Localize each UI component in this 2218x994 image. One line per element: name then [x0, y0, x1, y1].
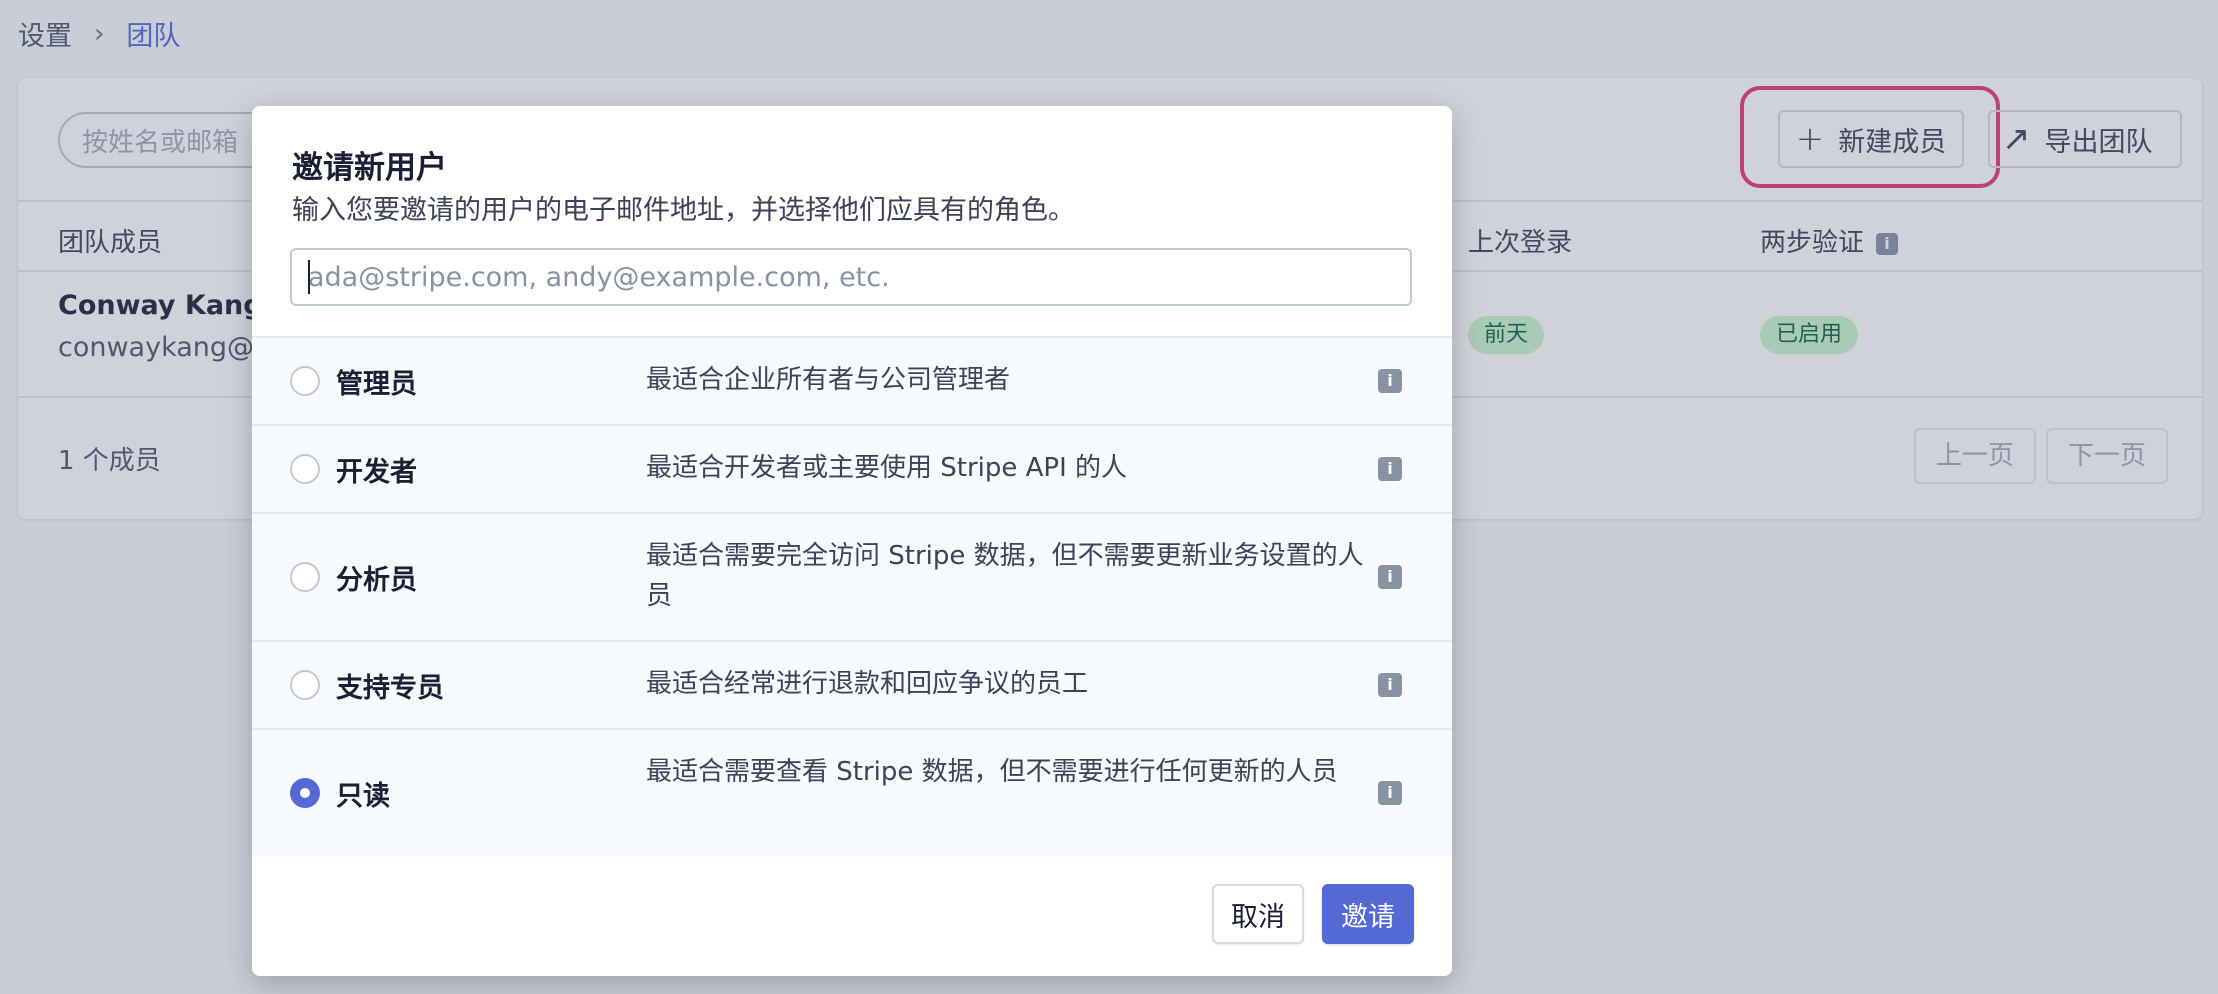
role-description: 最适合需要查看 Stripe 数据，但不需要进行任何更新的人员	[646, 757, 1338, 787]
role-radio-support[interactable]	[290, 670, 320, 700]
info-icon[interactable]: i	[1378, 781, 1402, 805]
role-list: 管理员 最适合企业所有者与公司管理者 i 开发者 最适合开发者或主要使用 Str…	[252, 336, 1452, 858]
cancel-button[interactable]: 取消	[1212, 884, 1304, 944]
role-name: 分析员	[336, 565, 417, 596]
role-option-read-only[interactable]: 只读 最适合需要查看 Stripe 数据，但不需要进行任何更新的人员 i	[252, 730, 1452, 858]
role-radio-developer[interactable]	[290, 454, 320, 484]
modal-description: 输入您要邀请的用户的电子邮件地址，并选择他们应具有的角色。	[292, 195, 1075, 226]
info-icon[interactable]: i	[1378, 457, 1402, 481]
role-option-developer[interactable]: 开发者 最适合开发者或主要使用 Stripe API 的人 i	[252, 426, 1452, 514]
modal-footer: 取消 邀请	[252, 856, 1452, 976]
role-radio-admin[interactable]	[290, 366, 320, 396]
info-icon[interactable]: i	[1378, 565, 1402, 589]
info-icon[interactable]: i	[1378, 673, 1402, 697]
text-caret	[308, 260, 310, 294]
modal-title: 邀请新用户	[292, 150, 447, 186]
role-radio-read-only[interactable]	[290, 778, 320, 808]
role-description: 最适合开发者或主要使用 Stripe API 的人	[646, 453, 1128, 483]
role-description: 最适合企业所有者与公司管理者	[646, 365, 1011, 395]
role-option-support[interactable]: 支持专员 最适合经常进行退款和回应争议的员工 i	[252, 642, 1452, 730]
role-name: 支持专员	[336, 673, 444, 704]
role-radio-analyst[interactable]	[290, 562, 320, 592]
role-description: 最适合经常进行退款和回应争议的员工	[646, 669, 1089, 699]
role-name: 开发者	[336, 457, 417, 488]
info-icon[interactable]: i	[1378, 369, 1402, 393]
role-option-analyst[interactable]: 分析员 最适合需要完全访问 Stripe 数据，但不需要更新业务设置的人员 i	[252, 514, 1452, 642]
invite-user-modal: 邀请新用户 输入您要邀请的用户的电子邮件地址，并选择他们应具有的角色。 管理员 …	[252, 106, 1452, 976]
role-name: 只读	[336, 781, 390, 812]
invite-button[interactable]: 邀请	[1322, 884, 1414, 944]
role-option-admin[interactable]: 管理员 最适合企业所有者与公司管理者 i	[252, 338, 1452, 426]
role-name: 管理员	[336, 369, 417, 400]
email-input[interactable]	[290, 248, 1412, 306]
role-description: 最适合需要完全访问 Stripe 数据，但不需要更新业务设置的人员	[646, 541, 1364, 611]
